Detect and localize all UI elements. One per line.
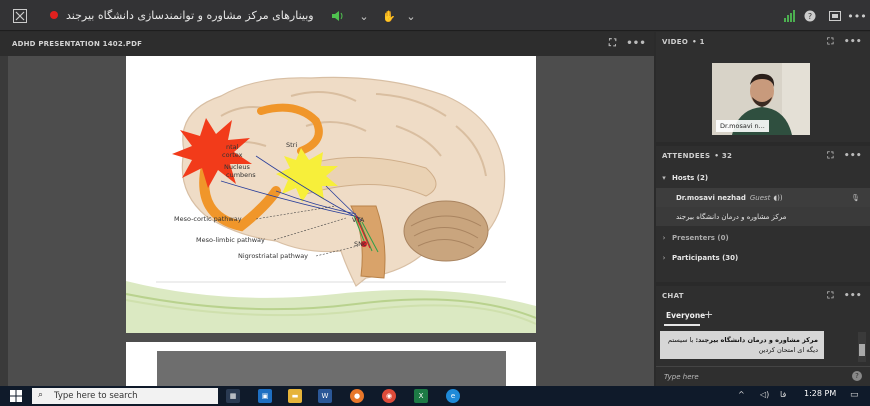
label-cortex: cortex bbox=[222, 151, 243, 159]
attendees-pod: ATTENDEES • 32 ⛶ ••• ▾ Hosts (2) Dr.mosa… bbox=[656, 146, 870, 282]
help-icon[interactable]: ? bbox=[852, 371, 862, 381]
participants-group[interactable]: › Participants (30) bbox=[656, 248, 866, 267]
meeting-title: وبینارهای مرکز مشاوره و توانمندسازی دانش… bbox=[66, 9, 314, 22]
screen-icon[interactable] bbox=[827, 8, 843, 24]
more-icon[interactable]: ••• bbox=[626, 38, 646, 49]
more-icon[interactable]: ••• bbox=[844, 151, 862, 161]
taskbar-search[interactable]: ⌕ Type here to search bbox=[32, 388, 218, 404]
video-count: • 1 bbox=[692, 38, 705, 46]
more-icon[interactable]: ••• bbox=[844, 291, 862, 301]
label-striatum: Stri bbox=[286, 141, 297, 149]
chevron-down-icon: ▾ bbox=[662, 173, 666, 182]
attendee-name: Dr.mosavi nezhad bbox=[676, 193, 746, 202]
video-pod: VIDEO • 1 ⛶ ••• Dr.mosavi n... bbox=[656, 32, 870, 142]
chevron-right-icon: › bbox=[662, 233, 666, 242]
label-frontal: ntal bbox=[226, 143, 239, 151]
volume-icon[interactable]: ◁) bbox=[760, 390, 769, 399]
windows-start-icon[interactable] bbox=[10, 390, 22, 404]
chat-input-placeholder: Type here bbox=[664, 372, 699, 381]
label-snc: SNc bbox=[354, 240, 367, 248]
microphone-icon[interactable]: 🎙 bbox=[851, 194, 860, 202]
fullscreen-icon[interactable]: ⛶ bbox=[609, 38, 616, 49]
chat-scrollbar[interactable] bbox=[858, 332, 866, 362]
chat-tab-everyone[interactable]: Everyone bbox=[666, 311, 705, 320]
hosts-label: Hosts (2) bbox=[672, 173, 709, 182]
document-viewer[interactable]: ntal cortex Nucleus cumbens Stri VTA SNc… bbox=[8, 56, 654, 392]
record-icon[interactable] bbox=[50, 11, 58, 19]
chat-message-text-2: دیگه ای امتحان کردین bbox=[758, 346, 818, 354]
presenters-group[interactable]: › Presenters (0) bbox=[656, 228, 866, 247]
signal-bars-icon[interactable] bbox=[782, 8, 798, 24]
attendee-role: Guest bbox=[749, 193, 771, 202]
chrome-icon[interactable]: ◉ bbox=[382, 389, 396, 403]
edge-icon[interactable]: e bbox=[446, 389, 460, 403]
chat-message-text-1: با سیستم bbox=[668, 336, 694, 344]
participants-label: Participants (30) bbox=[672, 253, 739, 262]
chevron-down-icon[interactable]: ⌄ bbox=[356, 8, 372, 24]
fullscreen-icon[interactable]: ⛶ bbox=[827, 151, 834, 161]
chat-title: CHAT bbox=[662, 292, 684, 300]
share-pod-header: ADHD PRESENTATION 1402.PDF ⛶ ••• bbox=[0, 32, 654, 56]
word-icon[interactable]: W bbox=[318, 389, 332, 403]
video-pod-header: VIDEO • 1 ⛶ ••• bbox=[656, 32, 870, 52]
share-pod: ADHD PRESENTATION 1402.PDF ⛶ ••• ntal co… bbox=[0, 32, 654, 392]
chevron-right-icon: › bbox=[662, 253, 666, 262]
attendees-title: ATTENDEES bbox=[662, 152, 711, 160]
video-participant-label: Dr.mosavi n... bbox=[716, 120, 769, 132]
label-mesolimbic: Meso-limbic pathway bbox=[196, 236, 265, 244]
video-title: VIDEO bbox=[662, 38, 689, 46]
chat-message: مرکز مشاوره و درمان دانشگاه بیرجند: با س… bbox=[660, 331, 824, 359]
taskbar-search-placeholder: Type here to search bbox=[54, 391, 138, 401]
attendees-count: • 32 bbox=[714, 152, 733, 160]
label-mesocortic: Meso-cortic pathway bbox=[174, 215, 242, 223]
brain-diagram: ntal cortex Nucleus cumbens Stri VTA SNc… bbox=[126, 76, 536, 333]
app-top-bar: وبینارهای مرکز مشاوره و توانمندسازی دانش… bbox=[0, 0, 870, 31]
chat-message-sender: مرکز مشاوره و درمان دانشگاه بیرجند: bbox=[695, 336, 818, 344]
slide-page-2 bbox=[126, 342, 536, 392]
notification-icon[interactable]: ▭ bbox=[850, 390, 859, 400]
chat-pod-header: CHAT ⛶ ••• bbox=[656, 286, 870, 306]
chat-input[interactable]: Type here ? bbox=[656, 366, 870, 386]
language-indicator[interactable]: فا bbox=[780, 390, 786, 399]
hand-icon[interactable]: ✋ bbox=[381, 8, 397, 24]
label-nucleus: Nucleus bbox=[224, 163, 250, 171]
help-icon[interactable]: ? bbox=[802, 8, 818, 24]
speaker-icon[interactable] bbox=[330, 8, 346, 24]
firefox-icon[interactable]: ● bbox=[350, 389, 364, 403]
tray-chevron-icon[interactable]: ^ bbox=[738, 390, 745, 399]
more-icon[interactable]: ••• bbox=[844, 37, 862, 47]
search-icon: ⌕ bbox=[38, 390, 44, 400]
fullscreen-icon[interactable]: ⛶ bbox=[827, 291, 834, 301]
task-view-icon[interactable]: ▦ bbox=[226, 389, 240, 403]
side-panel: VIDEO • 1 ⛶ ••• Dr.mosavi n... ATTENDEES… bbox=[656, 32, 870, 386]
excel-icon[interactable]: X bbox=[414, 389, 428, 403]
slide-page-1: ntal cortex Nucleus cumbens Stri VTA SNc… bbox=[126, 56, 536, 333]
share-title: ADHD PRESENTATION 1402.PDF bbox=[12, 40, 143, 48]
chat-tab-underline bbox=[664, 324, 700, 326]
presenters-label: Presenters (0) bbox=[672, 233, 729, 242]
speaking-icon: ◖)) bbox=[773, 193, 783, 202]
file-explorer-icon[interactable]: ▬ bbox=[288, 389, 302, 403]
svg-text:?: ? bbox=[808, 12, 812, 21]
attendees-pod-header: ATTENDEES • 32 ⛶ ••• bbox=[656, 146, 870, 166]
fullscreen-icon[interactable]: ⛶ bbox=[827, 37, 834, 47]
attendee-row-host-1[interactable]: Dr.mosavi nezhad Guest ◖)) 🎙 bbox=[656, 188, 870, 207]
label-nigrostriatal: Nigrostriatal pathway bbox=[238, 252, 308, 260]
label-vta: VTA bbox=[352, 216, 365, 224]
add-tab-icon[interactable]: + bbox=[704, 308, 713, 321]
video-feed[interactable]: Dr.mosavi n... bbox=[712, 63, 810, 135]
zoom-app-icon[interactable]: ▣ bbox=[258, 389, 272, 403]
chevron-down-icon[interactable]: ⌄ bbox=[403, 8, 419, 24]
taskbar-clock[interactable]: 1:28 PM bbox=[804, 389, 836, 398]
attendee-row-host-2[interactable]: مرکز مشاوره و درمان دانشگاه بیرجند bbox=[656, 207, 870, 226]
hosts-group[interactable]: ▾ Hosts (2) bbox=[656, 168, 866, 187]
more-icon[interactable]: ••• bbox=[847, 8, 866, 24]
resize-icon[interactable] bbox=[12, 8, 28, 24]
attendee-name: مرکز مشاوره و درمان دانشگاه بیرجند bbox=[676, 212, 787, 221]
windows-taskbar: ⌕ Type here to search ▦ ▣ ▬ W ● ◉ X e ^ … bbox=[0, 386, 870, 406]
label-accumbens: cumbens bbox=[226, 171, 256, 179]
